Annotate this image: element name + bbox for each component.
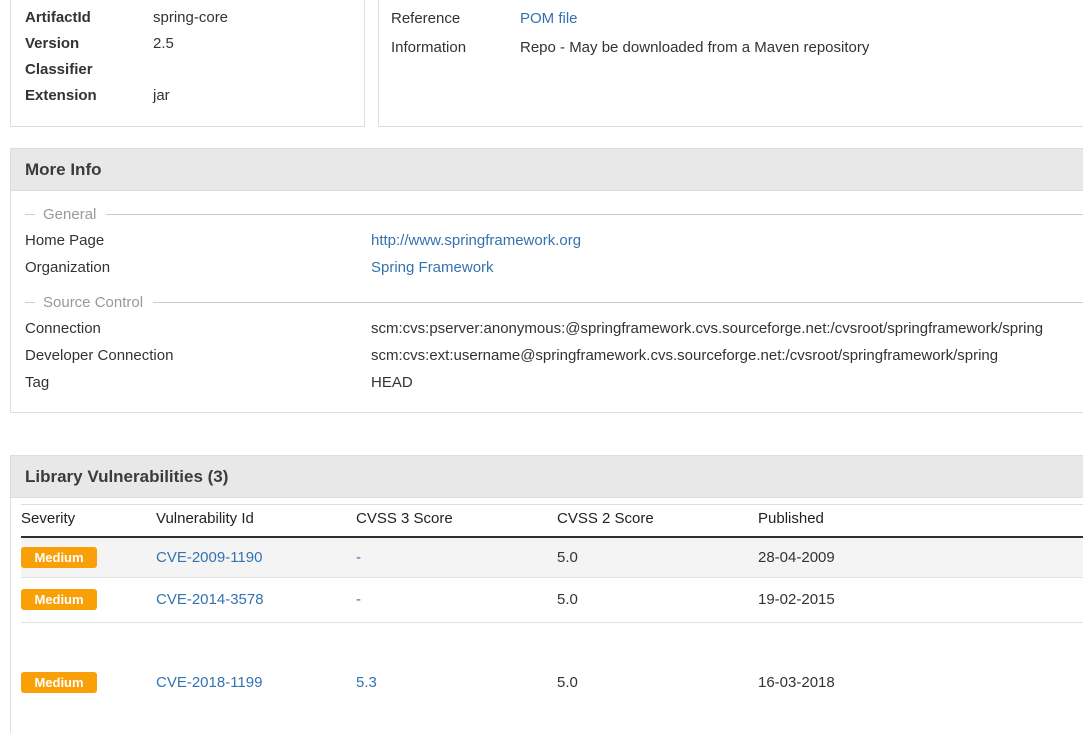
home-page-link[interactable]: http://www.springframework.org — [371, 232, 1083, 249]
page: ArtifactId spring-core Version 2.5 Class… — [0, 0, 1083, 733]
more-info-panel: More Info General Home Page http://www.s… — [10, 148, 1083, 413]
vulnerabilities-panel: Library Vulnerabilities (3) Severity Vul… — [10, 455, 1083, 733]
source-control-section-legend: Source Control — [25, 289, 1083, 315]
artifactid-value: spring-core — [153, 9, 228, 26]
vulnerabilities-title: Library Vulnerabilities (3) — [25, 467, 228, 487]
organization-label: Organization — [25, 259, 371, 276]
col-vulnerability-id: Vulnerability Id — [156, 505, 356, 538]
col-cvss2-score: CVSS 2 Score — [557, 505, 758, 538]
classifier-label: Classifier — [25, 61, 153, 78]
severity-badge: Medium — [21, 547, 97, 568]
organization-row: Organization Spring Framework — [25, 254, 1083, 281]
home-page-row: Home Page http://www.springframework.org — [25, 227, 1083, 254]
vulnerabilities-header: Library Vulnerabilities (3) — [11, 456, 1083, 498]
reference-panel: Reference POM file Information Repo - Ma… — [378, 0, 1083, 127]
cvss3-score[interactable]: - — [356, 591, 361, 608]
legend-line — [25, 302, 35, 303]
pom-file-link[interactable]: POM file — [520, 10, 578, 27]
cvss2-score: 5.0 — [557, 591, 578, 608]
legend-line — [153, 302, 1083, 303]
artifact-row: Classifier — [25, 56, 364, 82]
more-info-header: More Info — [11, 149, 1083, 191]
artifact-row: Version 2.5 — [25, 30, 364, 56]
source-control-legend-label: Source Control — [43, 294, 143, 311]
table-row: Medium CVE-2014-3578 - 5.0 19-02-2015 — [21, 577, 1083, 622]
severity-badge: Medium — [21, 589, 97, 610]
cvss3-score[interactable]: - — [356, 549, 361, 566]
cve-link[interactable]: CVE-2014-3578 — [156, 591, 264, 608]
information-row: Information Repo - May be downloaded fro… — [391, 33, 1083, 62]
col-published: Published — [758, 505, 1083, 538]
general-section-legend: General — [25, 201, 1083, 227]
information-value: Repo - May be downloaded from a Maven re… — [520, 39, 869, 56]
tag-label: Tag — [25, 374, 371, 391]
col-cvss3-score: CVSS 3 Score — [356, 505, 557, 538]
cve-link[interactable]: CVE-2018-1199 — [156, 674, 262, 691]
legend-line — [25, 214, 35, 215]
reference-label: Reference — [391, 10, 520, 27]
artifact-row: Extension jar — [25, 82, 364, 108]
general-legend-label: General — [43, 206, 96, 223]
version-label: Version — [25, 35, 153, 52]
developer-connection-value: scm:cvs:ext:username@springframework.cvs… — [371, 347, 1083, 364]
connection-row: Connection scm:cvs:pserver:anonymous:@sp… — [25, 315, 1083, 342]
developer-connection-row: Developer Connection scm:cvs:ext:usernam… — [25, 342, 1083, 369]
published-date: 16-03-2018 — [758, 674, 835, 691]
cvss2-score: 5.0 — [557, 549, 578, 566]
organization-link[interactable]: Spring Framework — [371, 259, 1083, 276]
reference-row: Reference POM file — [391, 4, 1083, 33]
information-label: Information — [391, 39, 520, 56]
connection-value: scm:cvs:pserver:anonymous:@springframewo… — [371, 320, 1083, 337]
more-info-title: More Info — [25, 160, 102, 180]
vulnerabilities-table-wrap: Severity Vulnerability Id CVSS 3 Score C… — [11, 498, 1083, 733]
more-info-body: General Home Page http://www.springframe… — [11, 191, 1083, 396]
artifact-row: ArtifactId spring-core — [25, 4, 364, 30]
table-row: Medium CVE-2018-1199 5.3 5.0 16-03-2018 — [21, 622, 1083, 733]
tag-value: HEAD — [371, 374, 1083, 391]
home-page-label: Home Page — [25, 232, 371, 249]
col-severity: Severity — [21, 505, 156, 538]
cve-link[interactable]: CVE-2009-1190 — [156, 549, 262, 566]
developer-connection-label: Developer Connection — [25, 347, 371, 364]
artifact-identifier-panel: ArtifactId spring-core Version 2.5 Class… — [10, 0, 365, 127]
table-row: Medium CVE-2009-1190 - 5.0 28-04-2009 — [21, 537, 1083, 577]
extension-value: jar — [153, 87, 170, 104]
published-date: 28-04-2009 — [758, 549, 835, 566]
version-value: 2.5 — [153, 35, 174, 52]
cvss2-score: 5.0 — [557, 674, 578, 691]
published-date: 19-02-2015 — [758, 591, 835, 608]
legend-line — [106, 214, 1083, 215]
artifactid-label: ArtifactId — [25, 9, 153, 26]
connection-label: Connection — [25, 320, 371, 337]
vulnerabilities-table: Severity Vulnerability Id CVSS 3 Score C… — [21, 504, 1083, 733]
severity-badge: Medium — [21, 672, 97, 693]
tag-row: Tag HEAD — [25, 369, 1083, 396]
extension-label: Extension — [25, 87, 153, 104]
cvss3-score[interactable]: 5.3 — [356, 674, 377, 691]
table-header-row: Severity Vulnerability Id CVSS 3 Score C… — [21, 505, 1083, 538]
